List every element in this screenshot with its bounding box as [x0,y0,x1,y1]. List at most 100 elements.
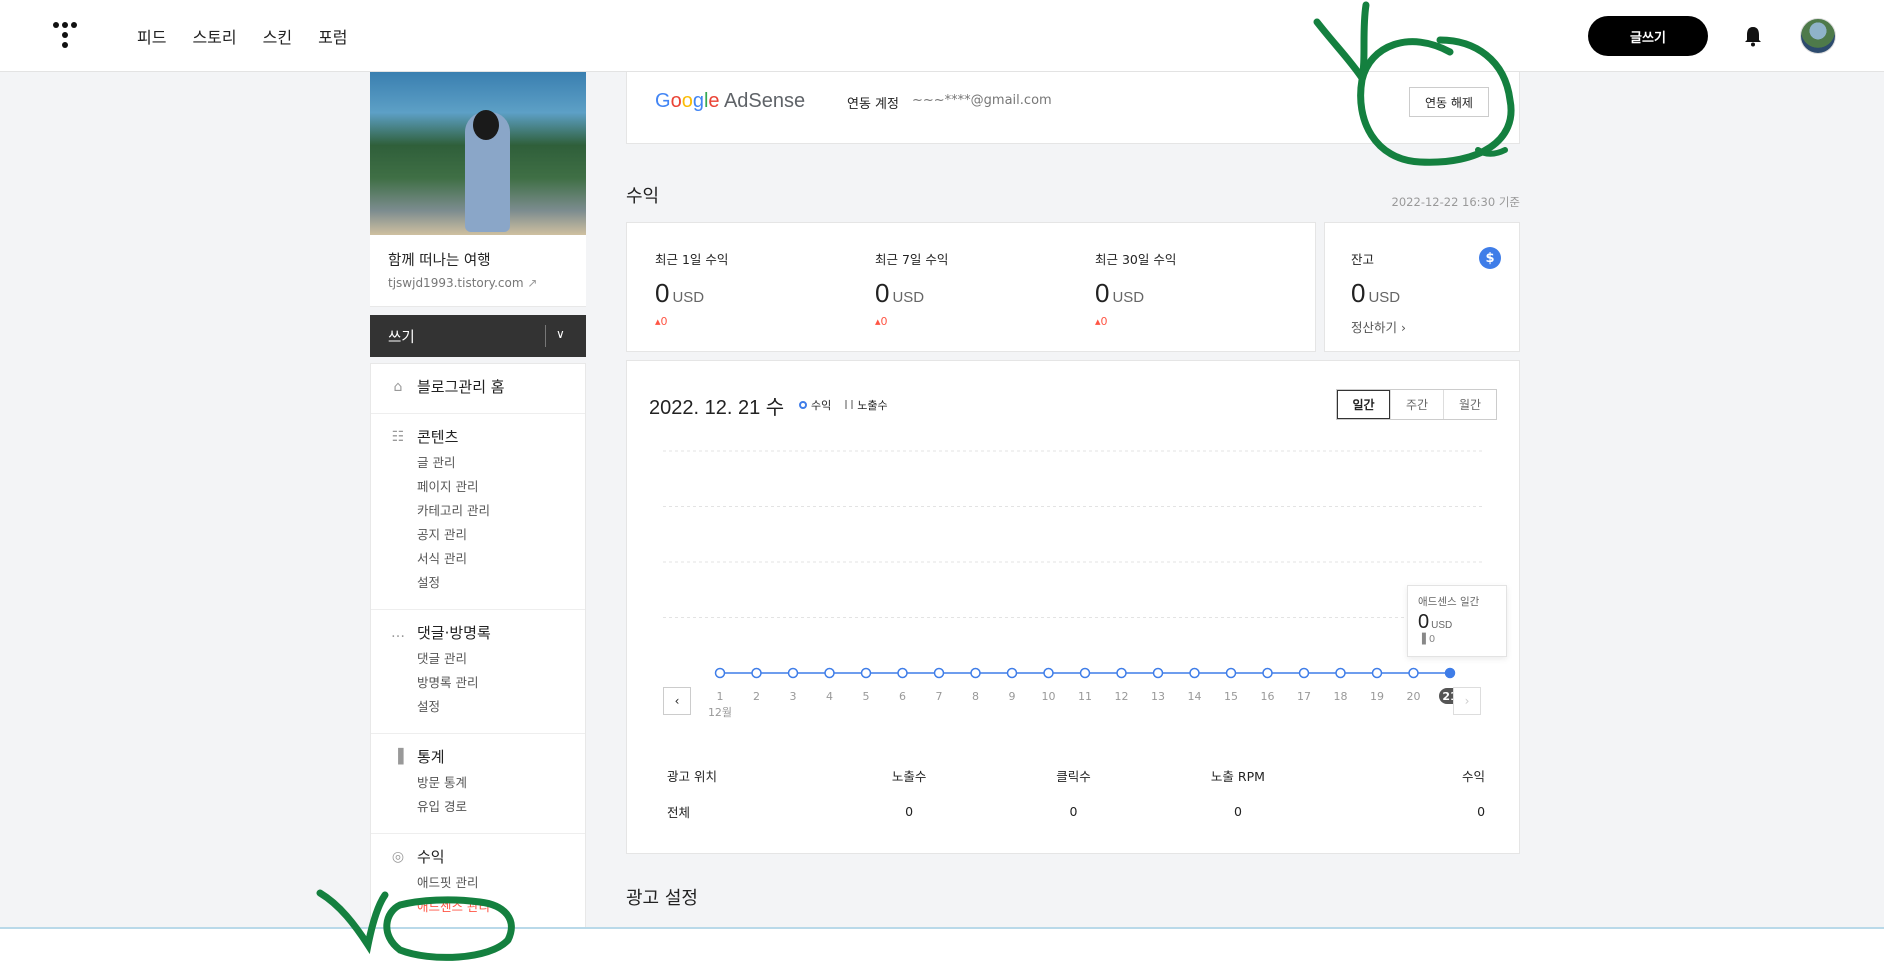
table-header-row: 광고 위치 노출수 클릭수 노출 RPM 수익 [667,757,1485,793]
data-point [1262,667,1273,679]
data-point [860,667,872,679]
write-post-button[interactable]: 글쓰기 [1588,16,1708,56]
x-tick-label: 16 [1261,690,1275,703]
table-header: 광고 위치 [667,768,717,784]
sidebar-item-contents[interactable]: ☷ 콘텐츠 [389,426,585,447]
sidebar-subitem-referrers[interactable]: 유입 경로 [417,795,585,819]
settle-link[interactable]: 정산하기 › [1351,317,1519,336]
nav-link-feed[interactable]: 피드 [137,24,166,48]
stat-1day: 최근 1일 수익 0 USD ▴0 [655,249,875,351]
external-link-icon: ↗ [527,276,538,290]
ad-settings-title: 광고 설정 [626,888,698,909]
sidebar: 함께 떠나는 여행 tjswjd1993.tistory.com ↗ 쓰기 ∨ … [370,72,586,934]
sidebar-subitem-comment-settings[interactable]: 설정 [417,695,585,719]
sidebar-write-button[interactable]: 쓰기 ∨ [370,315,586,357]
x-tick-label: 13 [1151,690,1165,703]
unlink-button[interactable]: 연동 해제 [1409,87,1489,117]
tooltip-value: 0 [1418,611,1430,633]
tooltip-impressions-value: 0 [1428,634,1436,645]
x-tick-label: 2 [753,690,760,703]
sidebar-subitem-posts[interactable]: 글 관리 [417,451,585,475]
bell-icon[interactable] [1743,25,1763,47]
sidebar-subitem-visit-stats[interactable]: 방문 통계 [417,771,585,795]
sidebar-subitem-templates[interactable]: 서식 관리 [417,547,585,571]
table-cell: 전체 [667,804,691,820]
stat-delta-value: 0 [880,315,888,328]
daily-chart-panel: 2022. 12. 21 수 수익 노출수 일간 주간 월간 123456789… [626,360,1520,854]
data-point [751,667,762,679]
stat-label: 최근 30일 수익 [1095,252,1177,267]
sidebar-write-label: 쓰기 [388,329,415,346]
table-header: 노출 RPM [1210,768,1265,784]
balance-unit: USD [1368,289,1401,306]
sidebar-subitem-content-settings[interactable]: 설정 [417,571,585,595]
stat-delta: ▴0 [1095,315,1108,328]
sidebar-subitem-categories[interactable]: 카테고리 관리 [417,499,585,523]
nav-link-skin[interactable]: 스킨 [263,24,292,48]
chart-next-button[interactable]: › [1453,687,1481,715]
nav-link-story[interactable]: 스토리 [192,24,236,48]
sidebar-subitem-pages[interactable]: 페이지 관리 [417,475,585,499]
table-cell: 0 [1233,803,1242,819]
balance-card: $ 잔고 0 USD 정산하기 › [1324,222,1520,352]
table-cell: 0 [1069,803,1078,819]
revenue-stats: 최근 1일 수익 0 USD ▴0 최근 7일 수익 0 USD ▴0 최근 30일… [626,222,1520,352]
dollar-icon: $ [1479,247,1501,269]
table-row: 전체 0 0 0 0 [667,793,1485,829]
sidebar-subitem-adfit[interactable]: 애드핏 관리 [417,871,585,895]
google-wordmark: Google [655,90,720,112]
stat-value: 0 [655,278,670,308]
revenue-line-chart: 1 2 3 4 5 6 7 8 9 10 11 12 13 14 15 16 17 18 19 20 2112월 [663,450,1483,719]
sidebar-subitem-notices[interactable]: 공지 관리 [417,523,585,547]
sidebar-item-comments[interactable]: … 댓글·방명록 [389,622,585,643]
data-point [897,667,908,679]
data-point [1152,667,1164,679]
google-adsense-logo: Google AdSense [655,90,805,113]
data-point [1408,667,1419,679]
data-point [824,667,835,679]
chart-prev-button[interactable]: ‹ [663,687,691,715]
x-tick-label: 18 [1334,690,1348,703]
sidebar-item-revenue[interactable]: ◎ 수익 [389,846,585,867]
chart-tooltip: 애드센스 일간 0 USD ▐ 0 [1407,585,1507,657]
data-point [1079,667,1091,679]
home-icon: ⌂ [393,378,403,395]
blog-name[interactable]: 함께 떠나는 여행 [388,249,568,270]
sidebar-item-statistics[interactable]: ▐ 통계 [389,746,585,767]
blog-profile-info: 함께 떠나는 여행 tjswjd1993.tistory.com ↗ [370,235,586,307]
sidebar-item-label: 블로그관리 홈 [417,378,505,396]
sidebar-subitem-adsense[interactable]: 애드센스 관리 [417,895,585,919]
x-tick-label: 3 [790,690,797,703]
x-tick-label: 6 [899,690,906,703]
data-point [1444,667,1456,679]
x-tick-label: 5 [863,690,870,703]
x-tick-label: 7 [936,690,943,703]
blog-profile-image [370,72,586,235]
stat-delta: ▴0 [875,315,888,328]
sidebar-item-blog-home[interactable]: ⌂ 블로그관리 홈 [389,376,585,397]
table-header: 수익 [1462,768,1486,784]
adsense-account-panel: Google AdSense 연동 계정 ~~~****@gmail.com 연… [626,72,1520,144]
data-point [1225,667,1237,679]
tooltip-unit: USD [1431,620,1453,631]
x-tick-label: 20 [1407,690,1421,703]
data-point [714,667,726,679]
balance-value: 0 [1351,278,1366,308]
coins-icon: ◎ [391,848,405,865]
data-point [1335,667,1346,679]
main-content: Google AdSense 연동 계정 ~~~****@gmail.com 연… [626,72,1520,854]
x-tick-label: 14 [1188,690,1202,703]
chevron-right-icon: › [1401,320,1406,335]
bar-chart-icon: ▐ [392,748,404,765]
tistory-logo-icon[interactable] [50,20,80,50]
nav-link-forum[interactable]: 포럼 [318,24,347,48]
sidebar-subitem-comments[interactable]: 댓글 관리 [417,647,585,671]
user-avatar[interactable] [1800,18,1836,54]
chevron-down-icon[interactable]: ∨ [556,327,565,341]
x-tick-label: 1 [717,690,724,703]
sidebar-subitem-guestbook[interactable]: 방명록 관리 [417,671,585,695]
data-point [1371,667,1383,679]
sidebar-item-label: 수익 [417,848,445,866]
chevron-right-icon: › [1464,694,1470,708]
blog-url-link[interactable]: tjswjd1993.tistory.com ↗ [388,276,568,290]
